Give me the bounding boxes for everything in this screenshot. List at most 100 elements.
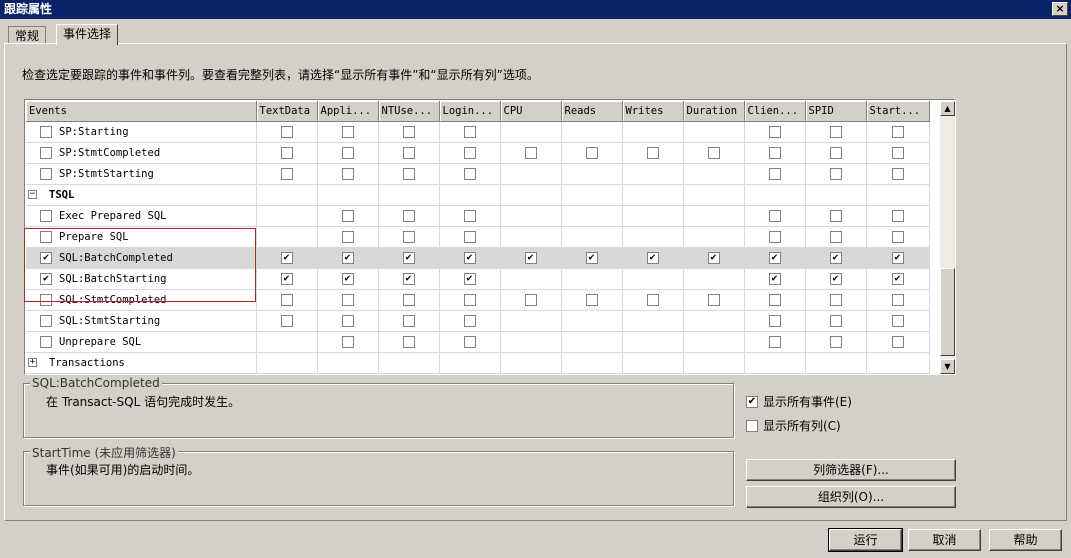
column-checkbox[interactable] [891,335,904,348]
event-checkbox[interactable] [40,167,52,180]
column-cell[interactable] [378,163,440,185]
column-cell[interactable] [744,268,806,290]
column-checkbox[interactable] [585,146,598,159]
table-row[interactable]: + Transactions [26,352,930,374]
column-cell[interactable] [378,310,440,332]
column-cell[interactable] [439,310,501,332]
column-checkbox[interactable] [341,314,354,327]
column-checkbox[interactable] [829,125,842,138]
column-cell[interactable] [256,142,318,164]
column-cell[interactable] [439,247,501,269]
column-cell[interactable] [805,331,867,353]
column-checkbox[interactable] [402,209,415,222]
column-cell[interactable] [744,331,806,353]
column-checkbox[interactable] [768,230,781,243]
column-checkbox[interactable] [829,146,842,159]
column-checkbox[interactable] [646,146,659,159]
column-cell[interactable] [256,289,318,311]
column-checkbox[interactable] [341,251,354,264]
column-cell[interactable] [866,121,930,143]
column-header[interactable]: Duration [683,101,745,122]
column-checkbox[interactable] [524,293,537,306]
column-checkbox[interactable] [768,209,781,222]
column-cell[interactable] [805,121,867,143]
event-cell[interactable]: SP:Starting [26,121,257,143]
column-cell[interactable] [561,289,623,311]
column-checkbox[interactable] [463,146,476,159]
column-cell[interactable] [805,142,867,164]
vertical-scrollbar[interactable]: ▲ ▼ [940,101,955,374]
column-checkbox[interactable] [768,272,781,285]
column-checkbox[interactable] [402,251,415,264]
column-checkbox[interactable] [829,314,842,327]
column-cell[interactable] [805,268,867,290]
column-header[interactable]: Reads [561,101,623,122]
event-checkbox[interactable] [40,272,52,285]
column-checkbox[interactable] [463,251,476,264]
help-button[interactable]: 帮助 [989,529,1062,551]
column-checkbox[interactable] [646,251,659,264]
column-checkbox[interactable] [402,230,415,243]
column-cell[interactable] [500,247,562,269]
column-cell[interactable] [439,289,501,311]
column-checkbox[interactable] [463,293,476,306]
column-cell[interactable] [805,289,867,311]
column-cell[interactable] [744,310,806,332]
column-cell[interactable] [622,247,684,269]
column-cell[interactable] [317,247,379,269]
column-checkbox[interactable] [463,230,476,243]
column-cell[interactable] [439,205,501,227]
column-checkbox[interactable] [891,125,904,138]
column-checkbox[interactable] [829,272,842,285]
column-cell[interactable] [378,205,440,227]
column-cell[interactable] [866,226,930,248]
show-all-events-checkbox[interactable] [746,395,758,408]
event-checkbox[interactable] [40,293,52,306]
column-header[interactable]: Clien... [744,101,806,122]
column-header[interactable]: TextData [256,101,318,122]
event-checkbox[interactable] [40,230,52,243]
column-cell[interactable] [866,331,930,353]
column-checkbox[interactable] [768,146,781,159]
column-checkbox[interactable] [891,209,904,222]
column-checkbox[interactable] [829,335,842,348]
column-cell[interactable] [317,163,379,185]
column-checkbox[interactable] [341,272,354,285]
event-cell[interactable]: SQL:BatchCompleted [26,247,257,269]
column-checkbox[interactable] [891,230,904,243]
column-cell[interactable] [378,121,440,143]
column-cell[interactable] [439,142,501,164]
column-header[interactable]: Start... [866,101,930,122]
column-cell[interactable] [378,226,440,248]
column-cell[interactable] [683,247,745,269]
column-checkbox[interactable] [891,272,904,285]
table-row[interactable]: SP:StmtStarting [26,163,930,185]
show-all-columns-option[interactable]: 显示所有列(C) [746,417,841,434]
column-checkbox[interactable] [280,167,293,180]
event-checkbox[interactable] [40,335,52,348]
column-cell[interactable] [744,121,806,143]
column-checkbox[interactable] [280,146,293,159]
column-cell[interactable] [317,142,379,164]
event-cell[interactable]: Prepare SQL [26,226,257,248]
column-cell[interactable] [866,268,930,290]
column-cell[interactable] [866,205,930,227]
column-cell[interactable] [805,163,867,185]
column-header[interactable]: Writes [622,101,684,122]
column-checkbox[interactable] [341,335,354,348]
tab-events-selection[interactable]: 事件选择 [56,24,119,45]
column-checkbox[interactable] [402,314,415,327]
column-checkbox[interactable] [768,251,781,264]
column-checkbox[interactable] [768,167,781,180]
scroll-up-arrow-icon[interactable]: ▲ [940,101,955,116]
column-checkbox[interactable] [891,146,904,159]
column-checkbox[interactable] [707,251,720,264]
column-cell[interactable] [683,289,745,311]
column-cell[interactable] [744,142,806,164]
column-cell[interactable] [256,121,318,143]
column-cell[interactable] [256,247,318,269]
column-cell[interactable] [439,226,501,248]
column-checkbox[interactable] [463,167,476,180]
column-cell[interactable] [561,247,623,269]
column-cell[interactable] [378,268,440,290]
